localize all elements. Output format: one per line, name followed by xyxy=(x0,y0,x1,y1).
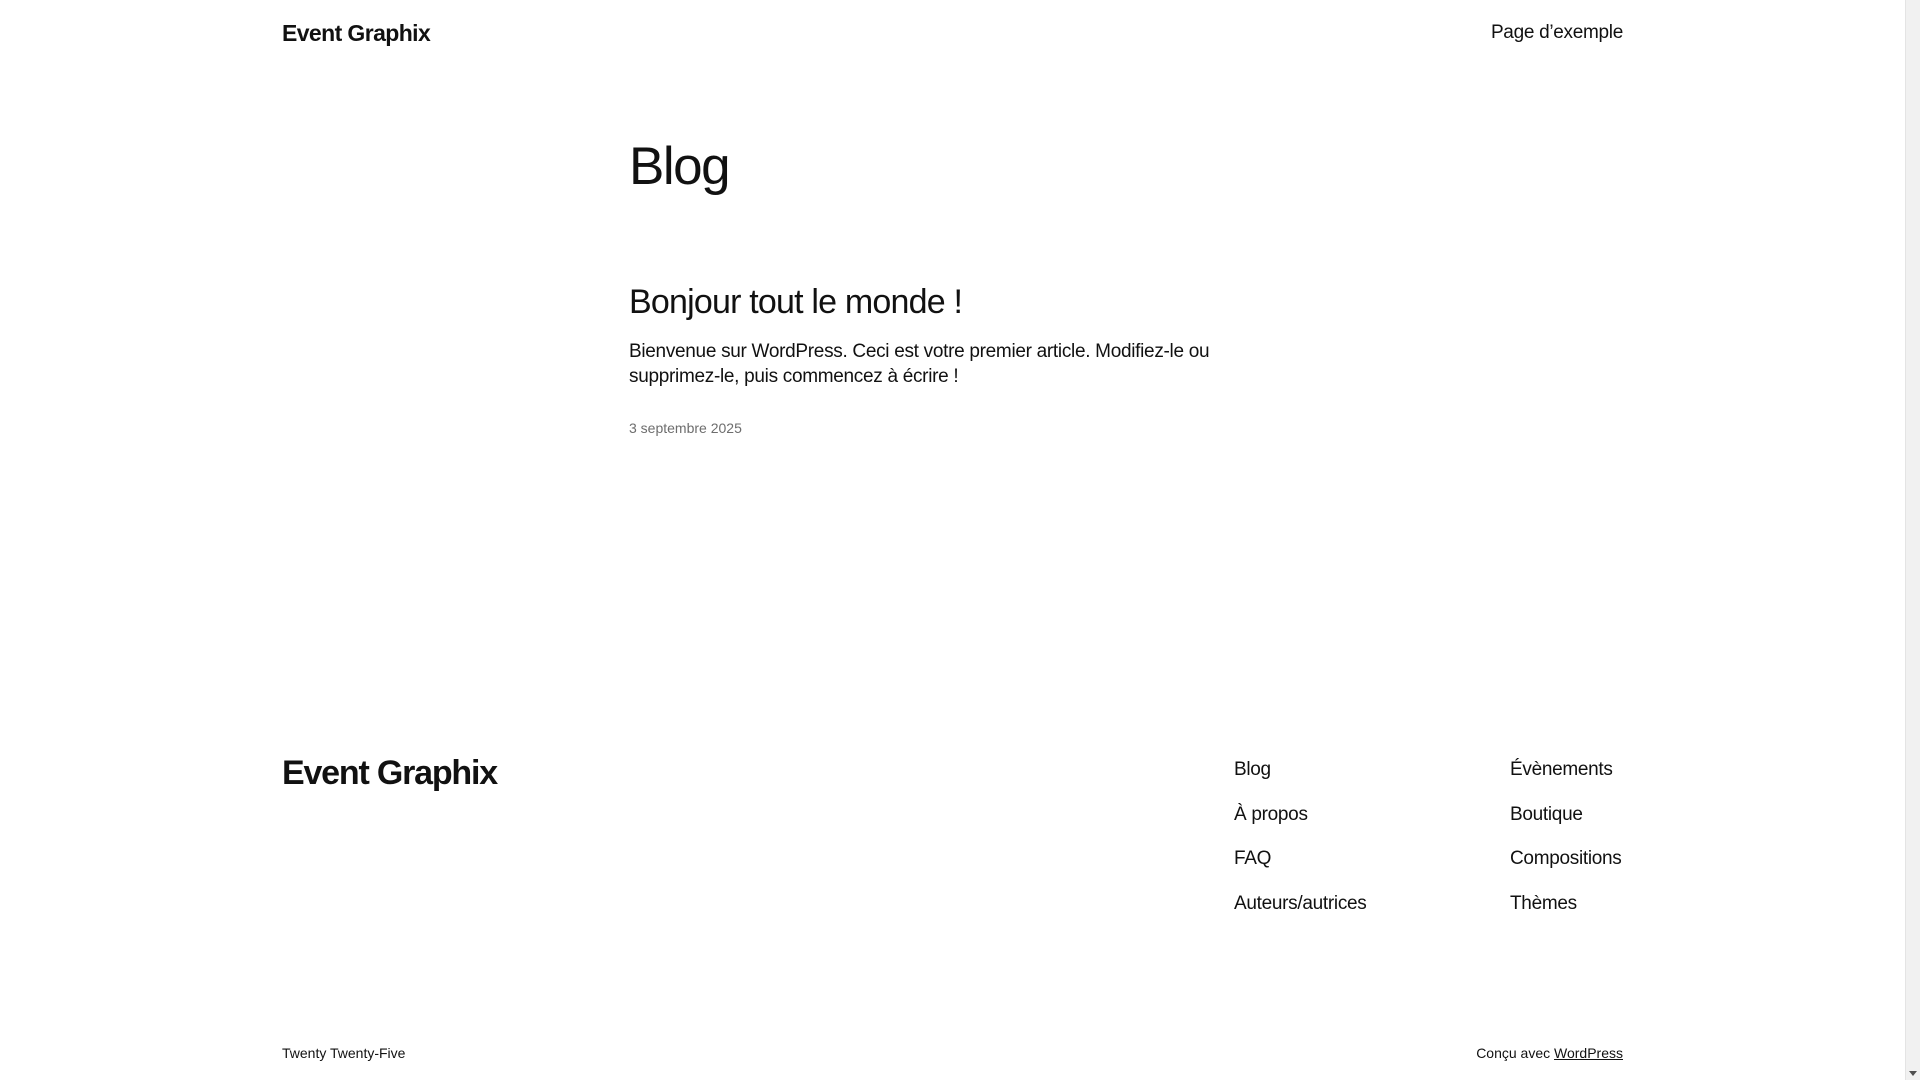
footer-site-title-link[interactable]: Event Graphix xyxy=(282,754,498,793)
footer-link-authors[interactable]: Auteurs/autrices xyxy=(1234,893,1367,914)
vertical-scrollbar[interactable] xyxy=(1905,0,1920,1080)
footer-link-patterns[interactable]: Compositions xyxy=(1510,848,1622,869)
footer-link-shop[interactable]: Boutique xyxy=(1510,804,1583,825)
post-date[interactable]: 3 septembre 2025 xyxy=(629,420,742,436)
theme-credit: Twenty Twenty-Five xyxy=(282,1045,406,1061)
footer-link-events[interactable]: Évènements xyxy=(1510,759,1613,780)
powered-by-text: Conçu avec xyxy=(1476,1045,1555,1061)
wordpress-link[interactable]: WordPress xyxy=(1554,1045,1623,1061)
footer-link-blog[interactable]: Blog xyxy=(1234,759,1271,780)
powered-by: Conçu avec WordPress xyxy=(1476,1045,1623,1061)
footer-nav-column-2: Évènements Boutique Compositions Thèmes xyxy=(1510,758,1622,936)
post-title-link[interactable]: Bonjour tout le monde ! xyxy=(629,280,963,324)
footer-nav-column-1: Blog À propos FAQ Auteurs/autrices xyxy=(1234,758,1367,936)
site-title-link[interactable]: Event Graphix xyxy=(282,20,431,47)
footer-link-themes[interactable]: Thèmes xyxy=(1510,893,1577,914)
footer-link-faq[interactable]: FAQ xyxy=(1234,848,1271,869)
page-title: Blog xyxy=(629,137,731,196)
nav-link-sample-page[interactable]: Page d’exemple xyxy=(1491,22,1623,44)
footer-link-about[interactable]: À propos xyxy=(1234,804,1308,825)
scroll-down-arrow-icon[interactable] xyxy=(1909,1071,1917,1076)
post-excerpt: Bienvenue sur WordPress. Ceci est votre … xyxy=(629,341,1210,387)
